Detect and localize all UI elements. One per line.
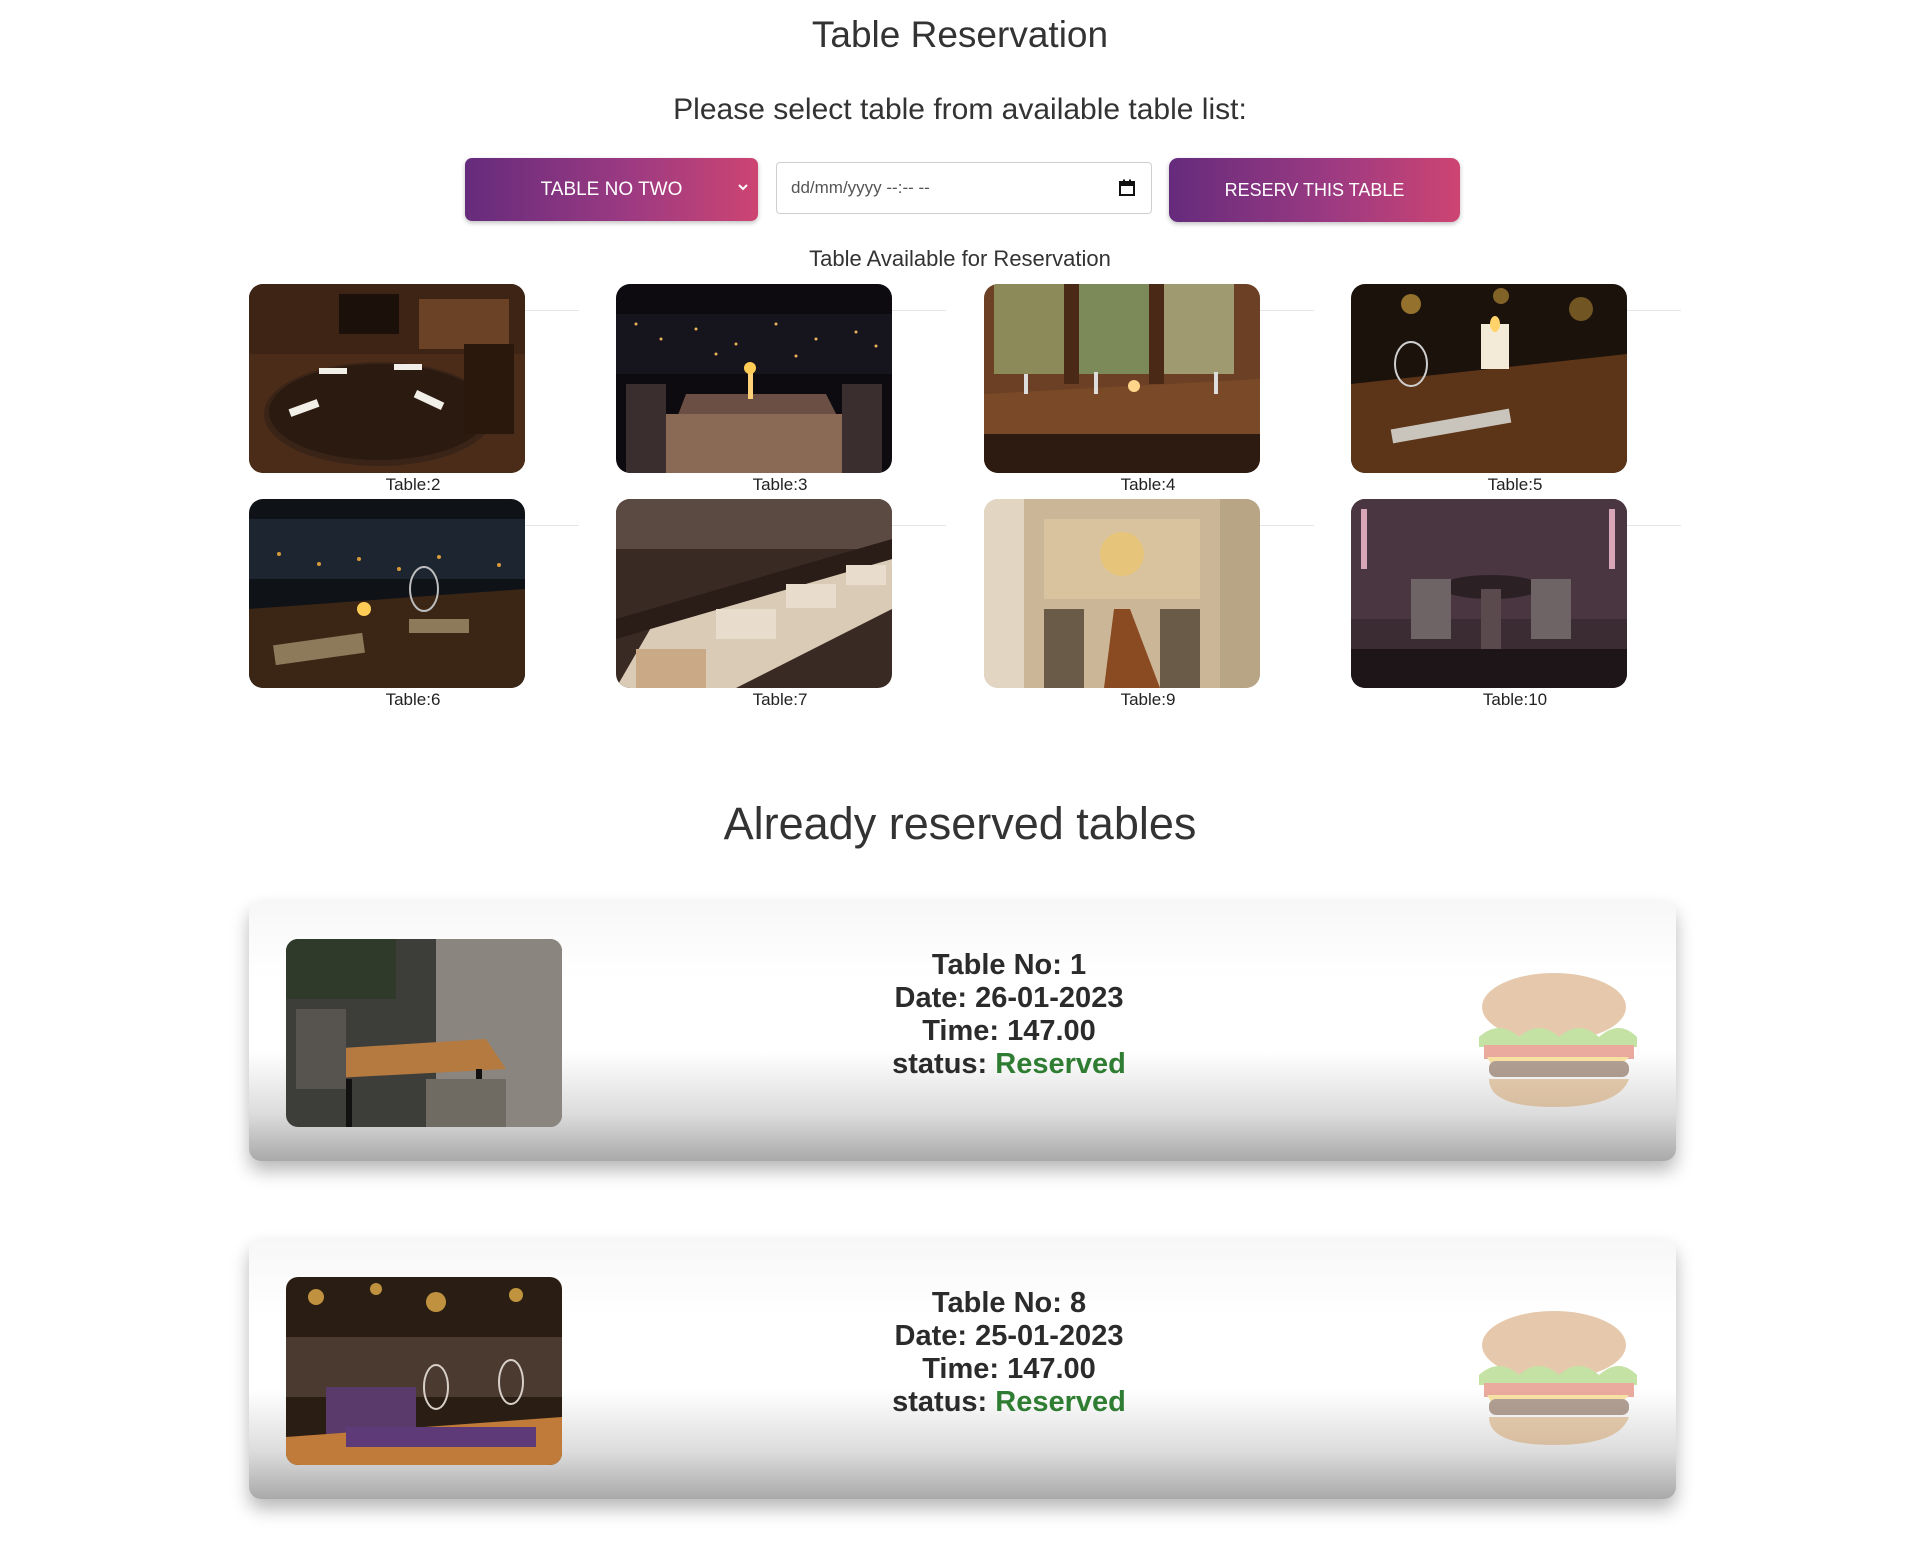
reserved-status-line: status: Reserved bbox=[829, 1386, 1189, 1419]
reserved-time: Time: 147.00 bbox=[922, 1353, 1096, 1385]
table-photo bbox=[1351, 499, 1627, 688]
table-photo bbox=[616, 499, 892, 688]
table-label: Table:7 bbox=[752, 690, 808, 709]
table-card[interactable]: Table:2 bbox=[249, 284, 579, 494]
table-photo bbox=[249, 284, 525, 473]
reservation-details: Table No: 1 Date: 26-01-2023 Time: 147.0… bbox=[829, 949, 1189, 1081]
status-badge: Reserved bbox=[995, 1048, 1126, 1080]
table-label: Table:5 bbox=[1487, 475, 1543, 494]
status-prefix: status: bbox=[892, 1048, 996, 1080]
divider bbox=[892, 310, 946, 311]
table-photo bbox=[984, 284, 1260, 473]
table-photo bbox=[984, 499, 1260, 688]
reserved-date: Date: 25-01-2023 bbox=[894, 1320, 1124, 1352]
table-card[interactable]: Table:7 bbox=[616, 499, 946, 709]
status-prefix: status: bbox=[892, 1386, 996, 1418]
available-tables-heading: Table Available for Reservation bbox=[809, 246, 1111, 271]
divider bbox=[1260, 310, 1314, 311]
burger-icon bbox=[1479, 973, 1637, 1107]
reserved-heading: Already reserved tables bbox=[723, 798, 1197, 849]
page-subtitle: Please select table from available table… bbox=[673, 93, 1247, 126]
reserved-date: Date: 26-01-2023 bbox=[894, 982, 1124, 1014]
divider bbox=[525, 525, 579, 526]
table-label: Table:10 bbox=[1482, 690, 1548, 709]
divider bbox=[1627, 310, 1681, 311]
reservation-details: Table No: 8 Date: 25-01-2023 Time: 147.0… bbox=[829, 1287, 1189, 1419]
table-label: Table:3 bbox=[752, 475, 808, 494]
datetime-input[interactable]: dd/mm/yyyy --:-- -- bbox=[776, 162, 1152, 214]
reserved-table-number: Table No: 8 bbox=[931, 1287, 1087, 1319]
reserved-table-photo bbox=[286, 1277, 562, 1465]
table-card[interactable]: Table:5 bbox=[1351, 284, 1681, 494]
table-card[interactable]: Table:10 bbox=[1351, 499, 1681, 709]
divider bbox=[1260, 525, 1314, 526]
table-label: Table:6 bbox=[385, 690, 441, 709]
table-card[interactable]: Table:9 bbox=[984, 499, 1314, 709]
reserved-table-photo bbox=[286, 939, 562, 1127]
calendar-icon[interactable] bbox=[1119, 179, 1135, 196]
table-photo bbox=[249, 499, 525, 688]
table-card[interactable]: Table:6 bbox=[249, 499, 579, 709]
table-label: Table:4 bbox=[1120, 475, 1176, 494]
table-photo bbox=[1351, 284, 1627, 473]
table-photo bbox=[616, 284, 892, 473]
divider bbox=[892, 525, 946, 526]
datetime-placeholder: dd/mm/yyyy --:-- -- bbox=[791, 178, 930, 197]
reserved-table-number: Table No: 1 bbox=[931, 949, 1087, 981]
reserved-time: Time: 147.00 bbox=[922, 1015, 1096, 1047]
reservation-form: TABLE NO TWO dd/mm/yyyy --:-- -- RESERV … bbox=[0, 158, 1920, 223]
status-badge: Reserved bbox=[995, 1386, 1126, 1418]
table-select-value: TABLE NO TWO bbox=[540, 178, 683, 200]
reserved-card: Table No: 8 Date: 25-01-2023 Time: 147.0… bbox=[249, 1239, 1676, 1499]
reserved-card: Table No: 1 Date: 26-01-2023 Time: 147.0… bbox=[249, 901, 1676, 1161]
divider bbox=[525, 310, 579, 311]
burger-icon bbox=[1479, 1311, 1637, 1445]
divider bbox=[1627, 525, 1681, 526]
table-card[interactable]: Table:3 bbox=[616, 284, 946, 494]
table-select[interactable]: TABLE NO TWO bbox=[465, 158, 758, 221]
available-tables-grid: Table:2 Table:3 Table:4 Table:5 Table:6 … bbox=[0, 284, 1920, 714]
table-label: Table:2 bbox=[385, 475, 441, 494]
reserve-table-button[interactable]: RESERV THIS TABLE bbox=[1169, 158, 1460, 222]
table-card[interactable]: Table:4 bbox=[984, 284, 1314, 494]
chevron-down-icon bbox=[738, 184, 748, 191]
reserved-status-line: status: Reserved bbox=[829, 1048, 1189, 1081]
page-title: Table Reservation bbox=[811, 14, 1109, 55]
table-label: Table:9 bbox=[1120, 690, 1176, 709]
